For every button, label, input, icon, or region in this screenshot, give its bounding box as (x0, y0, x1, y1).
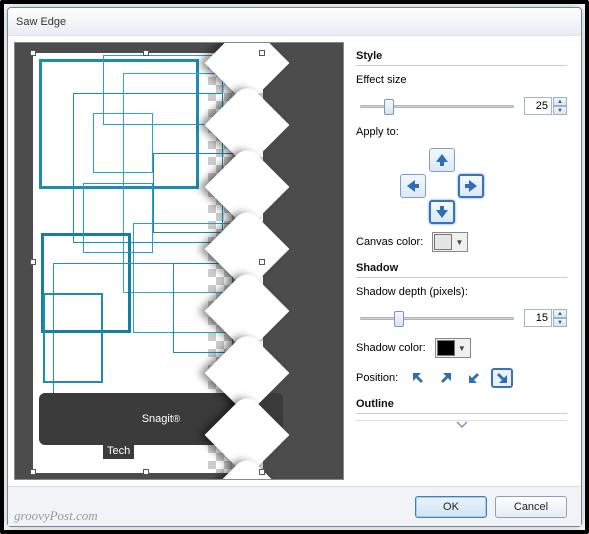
preview-canvas[interactable]: Snagit® Tech (33, 53, 263, 473)
registered-mark: ® (173, 414, 180, 425)
window-title: Saw Edge (16, 16, 66, 28)
resize-handle[interactable] (30, 50, 36, 56)
cancel-button[interactable]: Cancel (495, 496, 567, 518)
button-bar: OK Cancel (8, 486, 581, 526)
position-top-right[interactable] (435, 368, 457, 388)
resize-handle[interactable] (259, 259, 265, 265)
effect-size-label: Effect size (356, 74, 567, 86)
canvas-color-label: Canvas color: (356, 236, 423, 248)
settings-panel: Style Effect size ▲ ▼ Apply to: (350, 36, 581, 486)
apply-to-grid (392, 148, 492, 226)
expand-toggle[interactable] (356, 420, 567, 430)
shadow-depth-input[interactable] (524, 309, 552, 327)
position-bottom-left[interactable] (463, 368, 485, 388)
preview-logo-sub: Tech (103, 443, 134, 459)
apply-to-label: Apply to: (356, 126, 567, 138)
shadow-depth-down[interactable]: ▼ (553, 318, 567, 327)
preview-logo-text: Snagit (142, 413, 173, 425)
dialog-inner: Saw Edge (7, 7, 582, 527)
position-grid (407, 368, 513, 388)
effect-size-down[interactable]: ▼ (553, 106, 567, 115)
style-heading: Style (356, 50, 567, 66)
chevron-down-icon: ▼ (455, 344, 469, 353)
titlebar[interactable]: Saw Edge (8, 8, 581, 36)
apply-to-left[interactable] (400, 174, 426, 198)
shadow-depth-up[interactable]: ▲ (553, 309, 567, 318)
resize-handle[interactable] (143, 469, 149, 475)
shadow-heading: Shadow (356, 262, 567, 278)
outline-heading: Outline (356, 398, 567, 414)
resize-handle[interactable] (30, 259, 36, 265)
apply-to-right[interactable] (458, 174, 484, 198)
resize-handle[interactable] (30, 469, 36, 475)
shadow-color-swatch (437, 340, 455, 356)
content-area: Snagit® Tech (8, 36, 581, 486)
effect-size-up[interactable]: ▲ (553, 97, 567, 106)
shadow-color-picker[interactable]: ▼ (435, 338, 471, 358)
chevron-down-icon: ▼ (452, 238, 466, 247)
canvas-color-swatch (434, 234, 452, 250)
apply-to-bottom[interactable] (429, 200, 455, 224)
preview-panel: Snagit® Tech (14, 42, 344, 480)
apply-to-top[interactable] (429, 148, 455, 172)
resize-handle[interactable] (259, 469, 265, 475)
position-label: Position: (356, 372, 398, 384)
shadow-depth-label: Shadow depth (pixels): (356, 286, 567, 298)
preview-logo: Snagit® (39, 393, 283, 445)
position-bottom-right[interactable] (491, 368, 513, 388)
position-top-left[interactable] (407, 368, 429, 388)
canvas-color-picker[interactable]: ▼ (432, 232, 468, 252)
resize-handle[interactable] (143, 50, 149, 56)
effect-size-input[interactable] (524, 97, 552, 115)
shadow-depth-slider[interactable] (356, 308, 518, 328)
shadow-color-label: Shadow color: (356, 342, 426, 354)
resize-handle[interactable] (259, 50, 265, 56)
dialog-window: Saw Edge (0, 0, 589, 534)
ok-button[interactable]: OK (415, 496, 487, 518)
effect-size-slider[interactable] (356, 96, 518, 116)
